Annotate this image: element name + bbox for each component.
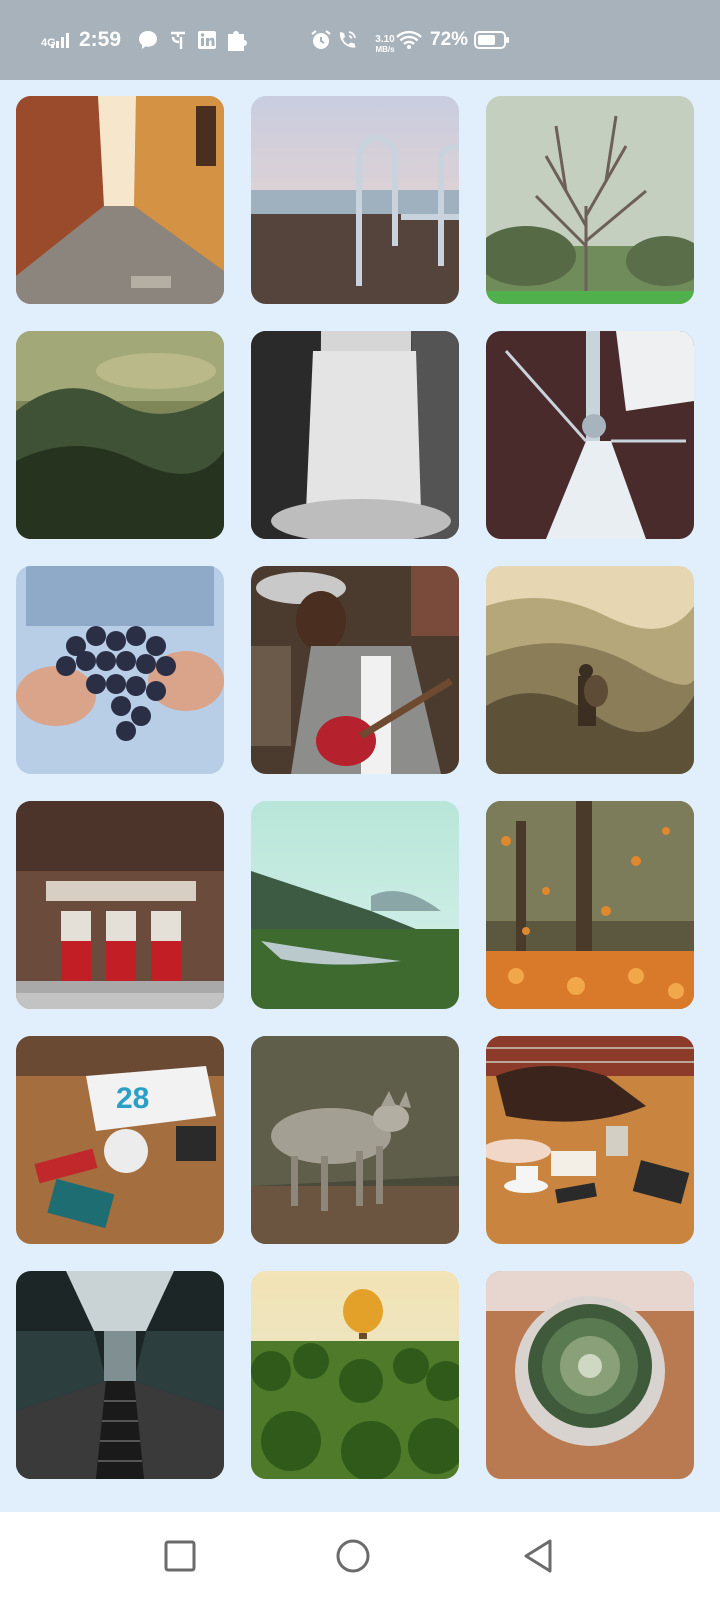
photo-tile[interactable]	[251, 96, 459, 304]
photo-tile[interactable]	[16, 566, 224, 774]
balloon-photo	[251, 1271, 459, 1479]
back-button[interactable]	[518, 1536, 558, 1576]
grapes-photo	[16, 566, 224, 774]
message-icon	[137, 0, 159, 80]
cactus-photo	[486, 1271, 694, 1479]
back-triangle-icon	[524, 1539, 552, 1573]
massey-hall-photo	[16, 801, 224, 1009]
photo-tile[interactable]	[251, 1036, 459, 1244]
photo-tile[interactable]	[486, 96, 694, 304]
square-icon	[164, 1540, 196, 1572]
escalator-photo	[16, 1271, 224, 1479]
tree-photo	[486, 96, 694, 304]
dock-photo	[251, 96, 459, 304]
puzzle-icon	[226, 0, 248, 80]
autumn-leaves-photo	[486, 801, 694, 1009]
photo-tile[interactable]: 28	[16, 1036, 224, 1244]
guitarist-photo	[251, 566, 459, 774]
photo-tile[interactable]	[16, 96, 224, 304]
cafe-table-photo	[486, 1036, 694, 1244]
photo-tile[interactable]	[486, 1271, 694, 1479]
river-valley-photo	[251, 801, 459, 1009]
photo-tile[interactable]	[486, 331, 694, 539]
clock: 2:59	[79, 28, 122, 51]
alarm-icon	[310, 0, 332, 80]
navigation-bar	[0, 1512, 720, 1600]
photo-tile[interactable]	[486, 566, 694, 774]
battery-icon	[474, 0, 510, 80]
circle-icon	[336, 1539, 370, 1573]
coyote-photo	[251, 1036, 459, 1244]
desk-photo: 28	[16, 1036, 224, 1244]
wifi-icon	[396, 0, 422, 80]
wifi-calling-icon	[336, 0, 358, 80]
photo-tile[interactable]	[251, 1271, 459, 1479]
photo-tile[interactable]	[16, 1271, 224, 1479]
photo-tile[interactable]	[251, 331, 459, 539]
phonepe-icon	[169, 0, 187, 80]
photo-tile[interactable]	[251, 566, 459, 774]
photo-grid: 28	[0, 80, 720, 1512]
photo-tile[interactable]	[486, 801, 694, 1009]
home-button[interactable]	[333, 1536, 373, 1576]
photo-tile[interactable]	[16, 801, 224, 1009]
alley-photo	[16, 96, 224, 304]
waterfall-photo	[251, 331, 459, 539]
hiker-photo	[486, 566, 694, 774]
sailboat-photo	[486, 331, 694, 539]
battery-percent: 72%	[430, 29, 469, 50]
status-bar: 4G 2:59 3.10 MB/s 72%	[0, 0, 720, 80]
photo-tile[interactable]	[16, 331, 224, 539]
svg-text:28: 28	[116, 1082, 149, 1115]
forest-photo	[16, 331, 224, 539]
photo-tile[interactable]	[486, 1036, 694, 1244]
signal-icon	[50, 0, 72, 80]
recents-button[interactable]	[160, 1536, 200, 1576]
photo-tile[interactable]	[251, 801, 459, 1009]
linkedin-icon	[197, 0, 217, 80]
